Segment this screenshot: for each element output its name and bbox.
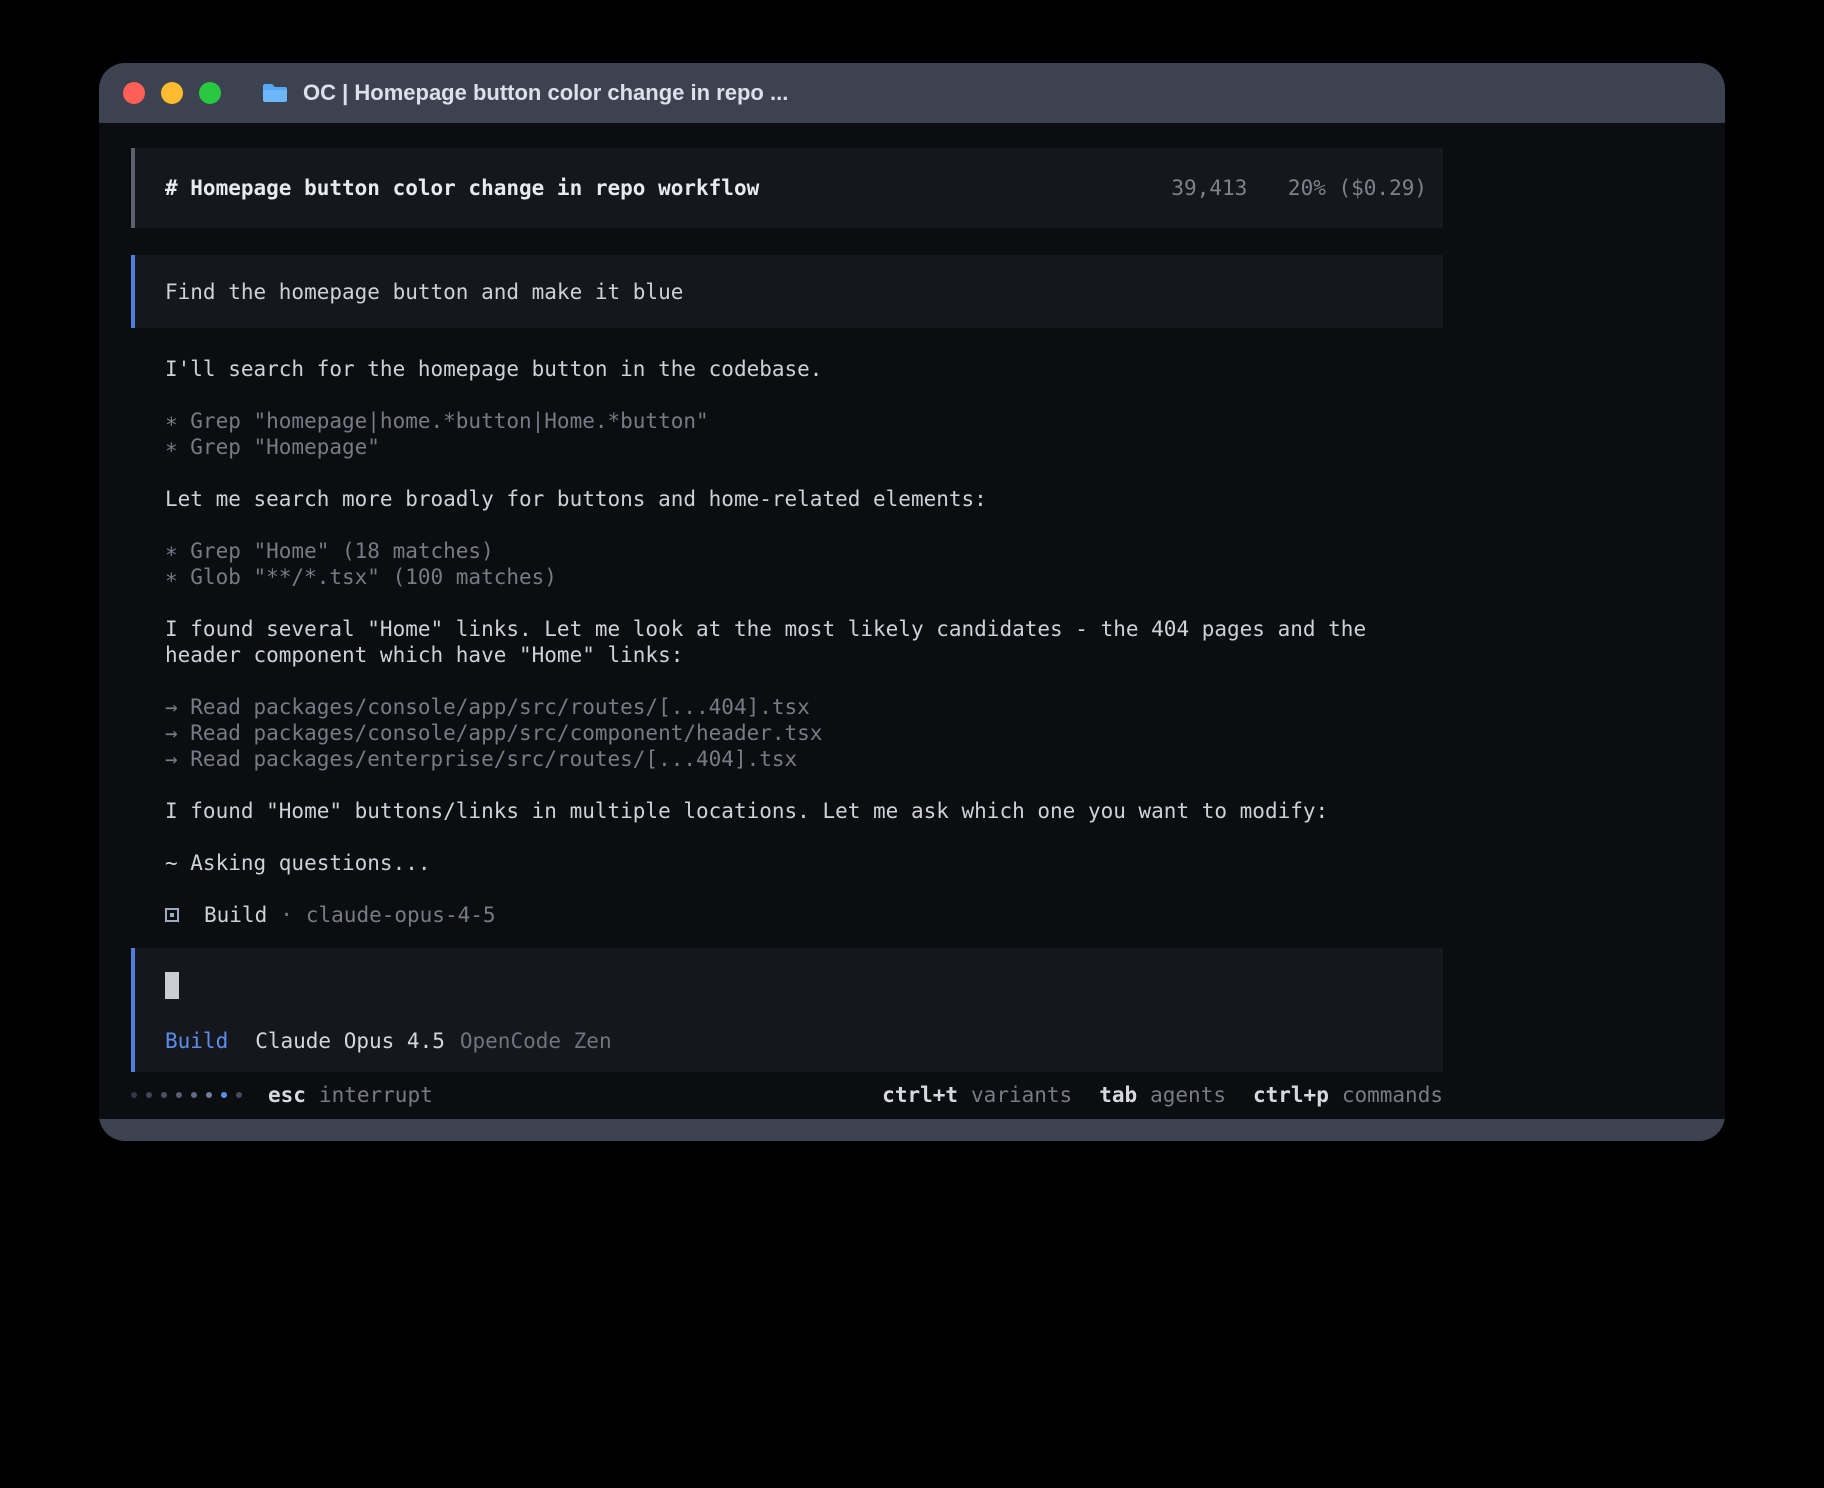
- assistant-message: Let me search more broadly for buttons a…: [165, 486, 1443, 512]
- separator-dot: ·: [280, 903, 293, 927]
- token-count: 39,413: [1171, 176, 1247, 200]
- window-title: OC | Homepage button color change in rep…: [303, 80, 788, 106]
- agent-name: Build: [204, 903, 267, 927]
- user-message-text: Find the homepage button and make it blu…: [165, 280, 683, 304]
- assistant-text: Let me search more broadly for buttons a…: [165, 486, 1443, 512]
- tool-call-grep: ∗ Grep "homepage|home.*button|Home.*butt…: [165, 408, 1443, 434]
- assistant-message: I found "Home" buttons/links in multiple…: [165, 798, 1443, 824]
- hint-label: commands: [1342, 1083, 1443, 1107]
- tool-call-group: ∗ Grep "homepage|home.*button|Home.*butt…: [165, 408, 1443, 460]
- folder-icon: [261, 82, 289, 104]
- session-title: # Homepage button color change in repo w…: [165, 176, 759, 200]
- tool-call-read: → Read packages/enterprise/src/routes/[.…: [165, 746, 1443, 772]
- hint-label: agents: [1150, 1083, 1226, 1107]
- assistant-status: ~ Asking questions...: [165, 850, 1443, 876]
- hint-key: ctrl+t: [882, 1083, 958, 1107]
- tool-call-read: → Read packages/console/app/src/componen…: [165, 720, 1443, 746]
- interrupt-key: esc: [268, 1083, 306, 1107]
- hint-commands: ctrl+p commands: [1253, 1083, 1443, 1107]
- assistant-text: I found several "Home" links. Let me loo…: [165, 616, 1443, 668]
- status-bar: esc interrupt ctrl+t variants tab agents…: [131, 1081, 1443, 1109]
- prompt-input[interactable]: Build Claude Opus 4.5 OpenCode Zen: [131, 948, 1443, 1072]
- session-header: # Homepage button color change in repo w…: [131, 148, 1443, 228]
- tool-call-group: → Read packages/console/app/src/routes/[…: [165, 694, 1443, 772]
- minimize-button[interactable]: [161, 82, 183, 104]
- text-cursor: [165, 972, 179, 999]
- assistant-message: I'll search for the homepage button in t…: [165, 356, 1443, 382]
- hint-label: variants: [971, 1083, 1072, 1107]
- context-cost: 20% ($0.29): [1288, 176, 1427, 200]
- window-titlebar[interactable]: OC | Homepage button color change in rep…: [99, 63, 1725, 123]
- assistant-text: I'll search for the homepage button in t…: [165, 356, 1443, 382]
- asking-questions-text: ~ Asking questions...: [165, 850, 1443, 876]
- prompt-meta: Build Claude Opus 4.5 OpenCode Zen: [165, 1028, 1443, 1054]
- tool-call-group: ∗ Grep "Home" (18 matches) ∗ Glob "**/*.…: [165, 538, 1443, 590]
- assistant-message: I found several "Home" links. Let me loo…: [165, 616, 1443, 668]
- terminal-content: # Homepage button color change in repo w…: [99, 123, 1725, 1119]
- close-button[interactable]: [123, 82, 145, 104]
- tool-call-grep: ∗ Grep "Home" (18 matches): [165, 538, 1443, 564]
- assistant-text: I found "Home" buttons/links in multiple…: [165, 798, 1443, 824]
- interrupt-label: interrupt: [319, 1083, 433, 1107]
- window-bottom-edge: [99, 1119, 1725, 1141]
- session-stats: 39,413 20% ($0.29): [1171, 176, 1427, 200]
- mode-label[interactable]: Build: [165, 1028, 228, 1054]
- hint-key: tab: [1099, 1083, 1137, 1107]
- tool-call-read: → Read packages/console/app/src/routes/[…: [165, 694, 1443, 720]
- agent-model: claude-opus-4-5: [306, 903, 496, 927]
- hint-key: ctrl+p: [1253, 1083, 1329, 1107]
- square-dot-icon: [165, 908, 179, 922]
- transcript: I'll search for the homepage button in t…: [131, 356, 1443, 928]
- hint-variants: ctrl+t variants: [882, 1083, 1072, 1107]
- hint-agents: tab agents: [1099, 1083, 1226, 1107]
- spinner-icon: [131, 1092, 242, 1098]
- keyboard-hints: ctrl+t variants tab agents ctrl+p comman…: [855, 1083, 1443, 1107]
- user-message: Find the homepage button and make it blu…: [131, 255, 1443, 328]
- terminal-window: OC | Homepage button color change in rep…: [99, 63, 1725, 1141]
- zoom-button[interactable]: [199, 82, 221, 104]
- agent-status-line: Build · claude-opus-4-5: [165, 902, 1443, 928]
- provider-label: OpenCode Zen: [460, 1028, 612, 1054]
- tool-call-glob: ∗ Glob "**/*.tsx" (100 matches): [165, 564, 1443, 590]
- tool-call-grep: ∗ Grep "Homepage": [165, 434, 1443, 460]
- model-label[interactable]: Claude Opus 4.5: [255, 1028, 445, 1054]
